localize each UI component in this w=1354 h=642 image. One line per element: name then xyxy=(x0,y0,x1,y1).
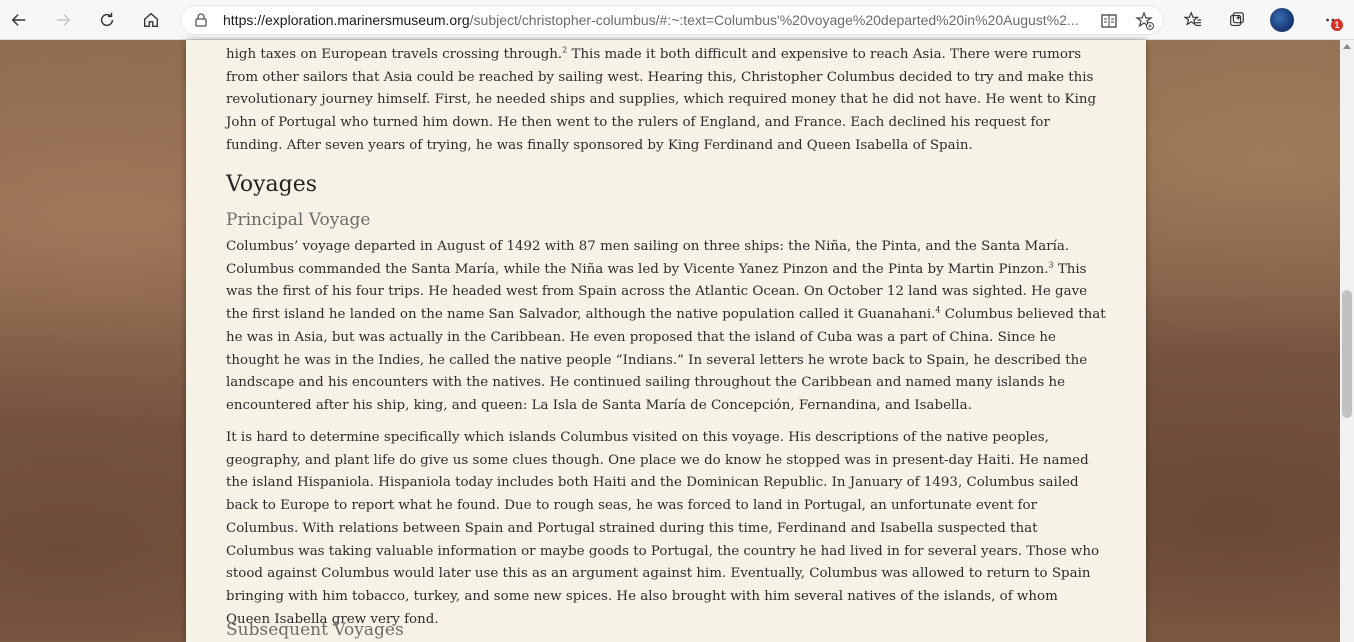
favorites-icon[interactable] xyxy=(1178,5,1208,35)
intro-paragraph: high taxes on European travels crossing … xyxy=(226,44,1106,158)
page-scrollbar[interactable] xyxy=(1340,40,1354,642)
heading-subsequent-voyages: Subsequent Voyages xyxy=(226,620,404,640)
back-arrow-icon[interactable] xyxy=(4,5,34,35)
heading-voyages: Voyages xyxy=(226,172,318,197)
p1-part-a: Columbus’ voyage departed in August of 1… xyxy=(226,239,1070,277)
address-bar[interactable]: https://exploration.marinersmuseum.org/s… xyxy=(180,5,1164,35)
islands-paragraph: It is hard to determine specifically whi… xyxy=(226,430,1100,627)
url-path: /subject/christopher-columbus/#:~:text=C… xyxy=(469,12,1079,28)
p1-part-c: Columbus believed that he was in Asia, b… xyxy=(226,307,1106,413)
intro-rest: This made it both difficult and expensiv… xyxy=(226,47,1097,153)
home-icon[interactable] xyxy=(136,5,166,35)
lock-icon[interactable] xyxy=(193,12,209,28)
heading-principal-voyage: Principal Voyage xyxy=(226,210,371,230)
add-favorite-icon[interactable] xyxy=(1135,11,1155,31)
url-host: https://exploration.marinersmuseum.org xyxy=(223,12,470,28)
profile-avatar[interactable] xyxy=(1270,8,1294,32)
scroll-thumb[interactable] xyxy=(1342,290,1352,418)
refresh-icon[interactable] xyxy=(92,5,122,35)
browser-toolbar: https://exploration.marinersmuseum.org/s… xyxy=(0,0,1354,40)
article-content: high taxes on European travels crossing … xyxy=(186,40,1146,642)
reader-view-icon[interactable] xyxy=(1099,11,1119,31)
forward-arrow-icon[interactable] xyxy=(48,5,78,35)
url-text[interactable]: https://exploration.marinersmuseum.org/s… xyxy=(223,6,1083,34)
collections-icon[interactable] xyxy=(1222,5,1252,35)
notification-badge: 1 xyxy=(1331,19,1343,31)
intro-text: high taxes on European travels crossing … xyxy=(226,47,563,62)
principal-voyage-paragraph: Columbus’ voyage departed in August of 1… xyxy=(226,236,1106,418)
scroll-up-arrow[interactable] xyxy=(1343,44,1351,49)
